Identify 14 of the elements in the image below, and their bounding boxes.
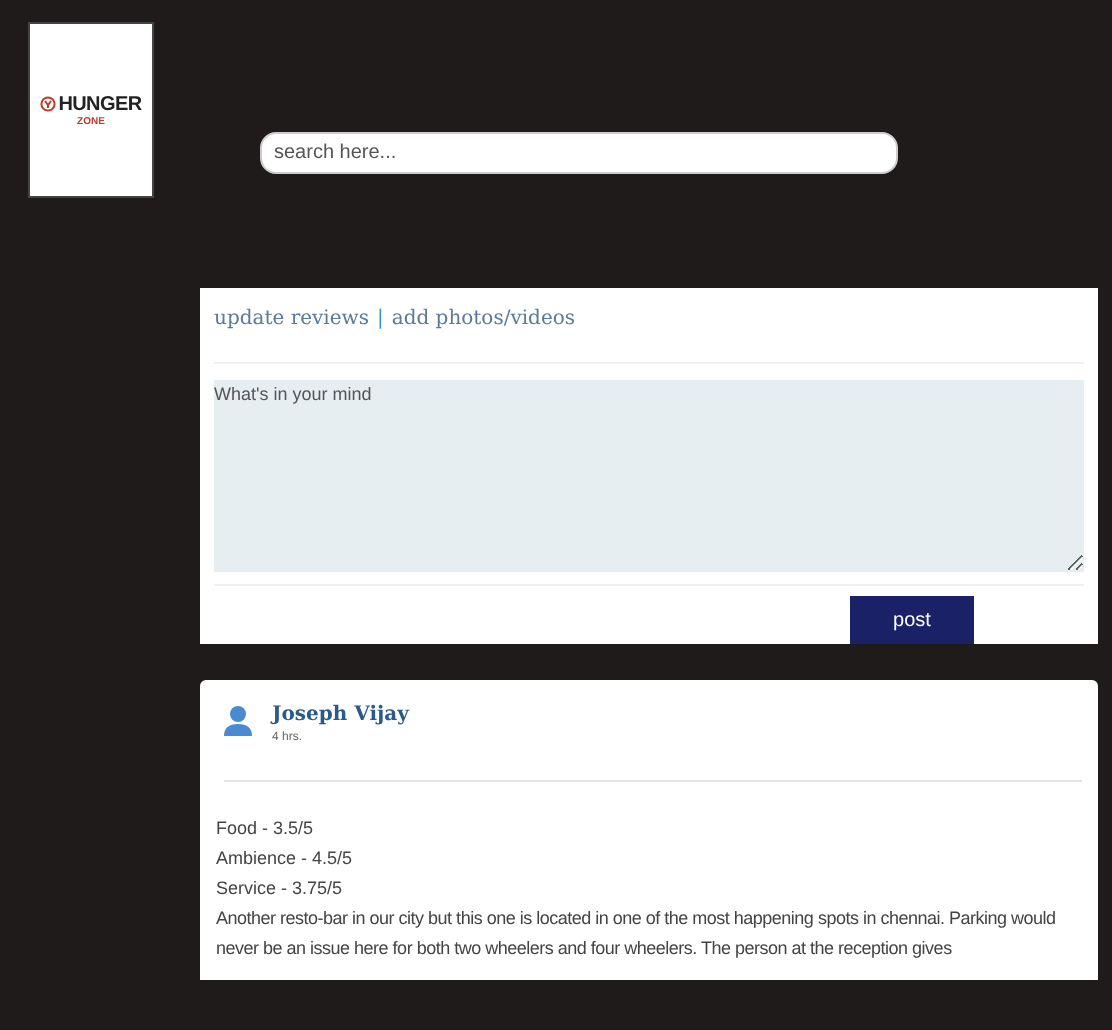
link-separator: | xyxy=(376,308,384,330)
rating-line: Ambience - 4.5/5 xyxy=(216,846,355,872)
rating-line: Service - 3.75/5 xyxy=(216,876,345,902)
update-reviews-link[interactable]: update reviews xyxy=(214,308,369,330)
user-avatar-icon xyxy=(224,704,252,736)
logo-emblem-icon xyxy=(40,96,57,112)
author-name: Joseph Vijay xyxy=(272,704,409,726)
search-field[interactable]: search here... xyxy=(260,132,898,174)
post-button[interactable]: post xyxy=(850,596,974,644)
review-text: Another resto-bar in our city but this one is located in one of the most happening spots in chennai. Parking would never be an issue here for both two wheelers and four wheelers. The person at the reception gives xyxy=(216,906,1058,962)
review-input-field[interactable]: What's in your mind xyxy=(214,380,1084,572)
rating-line: Food - 3.5/5 xyxy=(216,816,316,842)
add-photos-link[interactable]: add photos/videos xyxy=(391,308,576,330)
logo-name: HUNGER xyxy=(58,93,142,115)
